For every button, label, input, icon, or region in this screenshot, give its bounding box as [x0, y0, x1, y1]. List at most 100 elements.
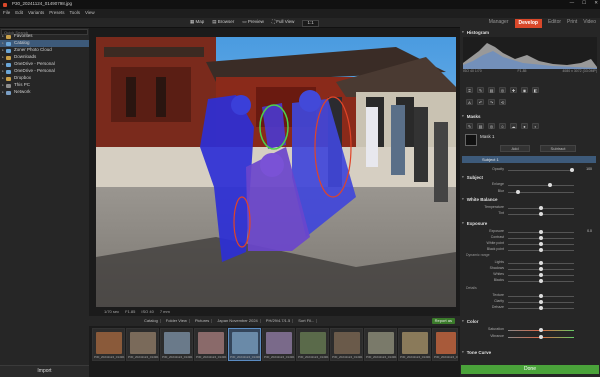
- slider-track[interactable]: [508, 242, 574, 246]
- full-view-button[interactable]: ⛶ Full View: [272, 19, 295, 27]
- tab-editor[interactable]: Editor: [548, 20, 561, 26]
- sidebar-item-favorites[interactable]: ▸ Favorites: [0, 33, 89, 40]
- done-button[interactable]: Done: [461, 365, 599, 374]
- mask-subtract-button[interactable]: Subtract: [540, 145, 576, 152]
- map-button[interactable]: ▦ Map: [190, 19, 204, 27]
- slider-track[interactable]: [508, 335, 574, 339]
- slider-knob[interactable]: [539, 242, 543, 246]
- slider-track[interactable]: [508, 190, 574, 194]
- brush-icon[interactable]: ✎: [477, 87, 484, 93]
- histogram-header[interactable]: Histogram: [462, 30, 598, 36]
- mask-thumbnail[interactable]: [465, 134, 477, 146]
- slider-knob[interactable]: [548, 183, 552, 187]
- filmstrip-thumbnail[interactable]: P30_20241124_01490...: [296, 328, 329, 361]
- filmstrip-thumbnail[interactable]: P30_20241124_01490...: [92, 328, 125, 361]
- slider-knob[interactable]: [539, 273, 543, 277]
- slider-track[interactable]: [508, 273, 574, 277]
- mask-name[interactable]: Mask 1: [480, 134, 495, 140]
- mask-color-icon[interactable]: ●: [521, 123, 528, 129]
- tone-curve-header[interactable]: Tone Curve: [462, 350, 598, 356]
- filmstrip-thumbnail[interactable]: P30_20241124_01490...: [364, 328, 397, 361]
- undo-icon[interactable]: ↶: [477, 99, 484, 105]
- slider-knob[interactable]: [516, 190, 520, 194]
- tab-manager[interactable]: Manager: [489, 20, 509, 26]
- sidebar-item-onedrive[interactable]: ▸ OneDrive - Personal: [0, 61, 89, 68]
- eye-icon[interactable]: ◉: [521, 87, 528, 93]
- slider-track[interactable]: [508, 279, 574, 283]
- menu-tools[interactable]: Tools: [69, 10, 80, 16]
- minimize-icon[interactable]: —: [570, 0, 575, 6]
- breadcrumb-item[interactable]: Pictures: [193, 318, 213, 324]
- slider-knob[interactable]: [539, 230, 543, 234]
- mask-radial-icon[interactable]: ◎: [488, 123, 495, 129]
- dehaze-slider[interactable]: Dehaze: [462, 305, 598, 311]
- slider-knob[interactable]: [539, 294, 543, 298]
- blur-slider[interactable]: Blur: [462, 189, 598, 195]
- mask-brush-icon[interactable]: ✎: [466, 123, 473, 129]
- subject-header[interactable]: Subject: [462, 175, 598, 181]
- slider-track[interactable]: [508, 212, 574, 216]
- breadcrumb-item[interactable]: Catalog: [142, 318, 161, 324]
- slider-knob[interactable]: [539, 267, 543, 271]
- slider-track[interactable]: [508, 236, 574, 240]
- gradient-icon[interactable]: ▤: [488, 87, 495, 93]
- slider-knob[interactable]: [539, 206, 543, 210]
- slider-knob[interactable]: [539, 306, 543, 310]
- redo-icon[interactable]: ↷: [488, 99, 495, 105]
- slider-knob[interactable]: [539, 248, 543, 252]
- filmstrip-thumbnail[interactable]: P30_20241124_01490...: [194, 328, 227, 361]
- mask-add-button[interactable]: Add: [500, 145, 530, 152]
- reset-icon[interactable]: ⟲: [499, 99, 506, 105]
- filmstrip-thumbnail[interactable]: P30_20241124_01490...: [126, 328, 159, 361]
- mask-subject-icon[interactable]: ☺: [499, 123, 506, 129]
- sidebar-item-this-pc[interactable]: ▸ This PC: [0, 82, 89, 89]
- filmstrip-thumbnail[interactable]: P30_20241124_01490...: [262, 328, 295, 361]
- filmstrip-thumbnail[interactable]: P30_20241124_01490...: [398, 328, 431, 361]
- slider-knob[interactable]: [539, 279, 543, 283]
- crop-icon[interactable]: ⌗: [466, 87, 473, 93]
- browser-button[interactable]: ▤ Browser: [212, 19, 234, 27]
- slider-track[interactable]: [508, 306, 574, 310]
- zoom-field[interactable]: 1:1: [302, 20, 319, 27]
- masks-header[interactable]: Masks: [462, 114, 598, 120]
- preview-button[interactable]: ▭ Preview: [242, 19, 264, 27]
- tab-develop[interactable]: Develop: [514, 18, 542, 28]
- slider-track[interactable]: [508, 294, 574, 298]
- report-button[interactable]: Report as: [431, 318, 455, 324]
- opacity-slider[interactable]: Opacity 100: [462, 167, 598, 173]
- filmstrip-thumbnail[interactable]: P30_20241124_01490...: [330, 328, 363, 361]
- breadcrumb-item[interactable]: PH/29/4.7/1.5: [264, 318, 294, 324]
- tab-print[interactable]: Print: [567, 20, 577, 26]
- slider-track[interactable]: [508, 248, 574, 252]
- menu-presets[interactable]: Presets: [49, 10, 64, 16]
- filmstrip-thumbnail[interactable]: P30_20241124_01490...: [432, 328, 458, 361]
- slider-track[interactable]: [508, 261, 574, 265]
- slider-track[interactable]: [508, 328, 574, 332]
- slider-knob[interactable]: [539, 261, 543, 265]
- color-header[interactable]: Color: [462, 319, 598, 325]
- heal-icon[interactable]: ✚: [510, 87, 517, 93]
- enlarge-slider[interactable]: Enlarge: [462, 182, 598, 188]
- menu-file[interactable]: File: [3, 10, 10, 16]
- slider-knob[interactable]: [570, 168, 574, 172]
- photo-canvas[interactable]: [96, 37, 456, 307]
- compare-icon[interactable]: ◧: [532, 87, 539, 93]
- sidebar-item-zoner-cloud[interactable]: ▸ Zoner Photo Cloud: [0, 47, 89, 54]
- slider-value[interactable]: 0.0: [574, 229, 592, 234]
- menu-variants[interactable]: Variants: [28, 10, 44, 16]
- mask-luma-icon[interactable]: ◐: [532, 123, 539, 129]
- auto-icon[interactable]: A: [466, 99, 473, 105]
- slider-knob[interactable]: [539, 212, 543, 216]
- maximize-icon[interactable]: ☐: [582, 0, 586, 6]
- white-balance-header[interactable]: White Balance: [462, 197, 598, 203]
- slider-track[interactable]: [508, 206, 574, 210]
- slider-track[interactable]: [508, 300, 574, 304]
- breadcrumb-item[interactable]: Sort Fil...: [296, 318, 318, 324]
- menu-edit[interactable]: Edit: [15, 10, 23, 16]
- radial-icon[interactable]: ◎: [499, 87, 506, 93]
- mask-sky-icon[interactable]: ☁: [510, 123, 517, 129]
- slider-track[interactable]: [508, 267, 574, 271]
- blacks-slider[interactable]: Blacks: [462, 278, 598, 284]
- tab-video[interactable]: Video: [583, 20, 596, 26]
- import-button[interactable]: Import: [0, 365, 89, 377]
